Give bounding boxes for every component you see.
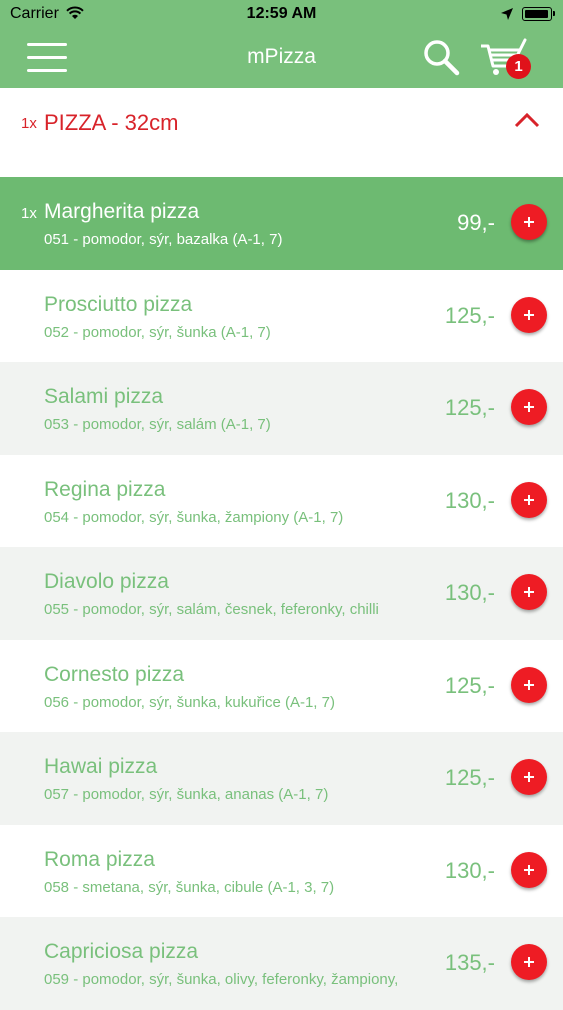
item-description: 058 - smetana, sýr, šunka, cibule (A-1, …	[44, 878, 335, 896]
item-description: 059 - pomodor, sýr, šunka, olivy, fefero…	[44, 971, 399, 988]
item-name: Roma pizza	[44, 847, 155, 871]
cart-count-badge[interactable]: 1	[506, 54, 531, 79]
list-item[interactable]: Salami pizza 053 - pomodor, sýr, salám (A…	[0, 362, 563, 455]
chevron-up-icon[interactable]	[514, 112, 540, 128]
list-item[interactable]: Regina pizza 054 - pomodor, sýr, šunka, ž…	[0, 454, 563, 547]
item-name: Margherita pizza	[44, 200, 200, 223]
list-item[interactable]: Hawai pizza 057 - pomodor, sýr, šunka, an…	[0, 732, 563, 825]
add-item-button[interactable]	[511, 204, 547, 240]
item-name: Salami pizza	[44, 385, 164, 408]
add-item-button[interactable]	[511, 666, 547, 703]
item-description: 051 - pomodor, sýr, bazalka (A-1, 7)	[44, 231, 283, 248]
status-bar: Carrier 12:59 AM	[0, 0, 563, 30]
item-price: 125,-	[444, 302, 495, 328]
list-item[interactable]: Diavolo pizza 055 - pomodor, sýr, salám, …	[0, 547, 563, 640]
item-description: 054 - pomodor, sýr, šunka, žampiony (A-1…	[44, 508, 344, 526]
category-header[interactable]: 1x PIZZA - 32cm	[0, 88, 563, 177]
item-name: Capriciosa pizza	[44, 940, 199, 963]
item-name: Hawai pizza	[44, 755, 158, 778]
item-name: Prosciutto pizza	[44, 292, 193, 316]
item-price: 125,-	[444, 395, 495, 420]
category-qty: 1x	[21, 115, 37, 132]
add-item-button[interactable]	[511, 481, 547, 518]
item-description: 055 - pomodor, sýr, salám, česnek, fefer…	[44, 601, 379, 618]
add-item-button[interactable]	[511, 389, 547, 425]
add-item-button[interactable]	[511, 944, 547, 980]
item-description: 057 - pomodor, sýr, šunka, ananas (A-1, …	[44, 786, 329, 803]
item-price: 125,-	[444, 765, 495, 790]
item-price: 130,-	[444, 580, 495, 605]
location-arrow-icon	[501, 8, 513, 20]
item-price: 99,-	[457, 210, 495, 235]
item-description: 053 - pomodor, sýr, salám (A-1, 7)	[44, 416, 271, 433]
item-description: 056 - pomodor, sýr, šunka, kukuřice (A-1…	[44, 693, 335, 711]
search-icon[interactable]	[422, 38, 460, 76]
top-bar: Carrier 12:59 AM mPizza 1	[0, 0, 563, 88]
item-price: 135,-	[444, 950, 495, 975]
add-item-button[interactable]	[511, 574, 547, 610]
list-item[interactable]: 1x Margherita pizza 051 - pomodor, sýr, ba…	[0, 177, 563, 270]
item-description: 052 - pomodor, sýr, šunka (A-1, 7)	[44, 323, 271, 341]
item-name: Diavolo pizza	[44, 570, 169, 593]
category-name: PIZZA - 32cm	[44, 110, 179, 135]
item-name: Cornesto pizza	[44, 662, 185, 686]
list-item[interactable]: Prosciutto pizza 052 - pomodor, sýr, šunk…	[0, 269, 563, 362]
battery-icon	[522, 7, 555, 21]
item-price: 130,-	[444, 487, 495, 513]
item-qty: 1x	[21, 205, 37, 222]
battery-fill	[525, 10, 548, 18]
status-time: 12:59 AM	[246, 5, 317, 22]
item-name: Regina pizza	[44, 477, 166, 501]
list-item[interactable]: Cornesto pizza 056 - pomodor, sýr, šunka,…	[0, 639, 563, 732]
item-price: 125,-	[444, 672, 495, 698]
add-item-button[interactable]	[511, 851, 547, 888]
list-item[interactable]: Roma pizza 058 - smetana, sýr, šunka, cib…	[0, 824, 563, 917]
pizza-list: 1x Margherita pizza 051 - pomodor, sýr, ba…	[0, 177, 563, 1010]
add-item-button[interactable]	[511, 296, 547, 333]
item-price: 130,-	[444, 857, 495, 883]
list-item[interactable]: Capriciosa pizza 059 - pomodor, sýr, šunk…	[0, 917, 563, 1010]
add-item-button[interactable]	[511, 759, 547, 795]
